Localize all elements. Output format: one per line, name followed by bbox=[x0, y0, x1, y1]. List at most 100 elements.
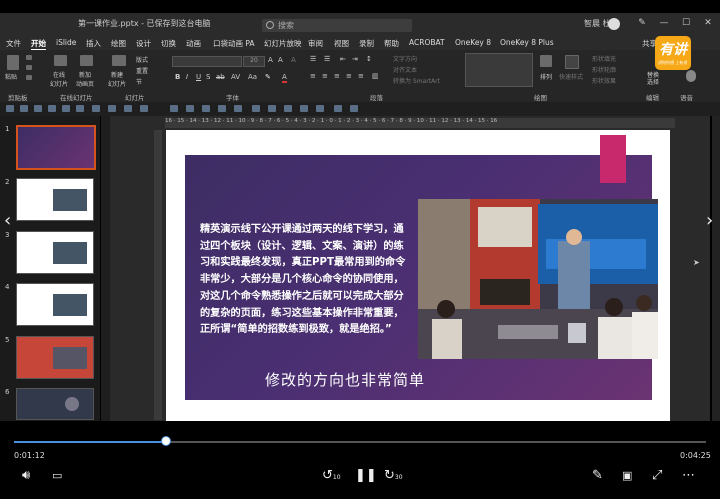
new-anim-slide-button[interactable]: 新加 动画页 bbox=[76, 70, 94, 88]
previous-arrow-icon[interactable]: ‹ bbox=[4, 210, 11, 231]
layout-button[interactable]: 版式 bbox=[136, 55, 148, 64]
slide-thumbnail[interactable] bbox=[16, 283, 94, 326]
toolbar-icon[interactable] bbox=[76, 105, 84, 112]
align-center-icon[interactable]: ≡ bbox=[322, 72, 328, 80]
toolbar-icon[interactable] bbox=[62, 105, 70, 112]
font-color-button[interactable]: A bbox=[282, 73, 287, 83]
tab-review[interactable]: 审阅 bbox=[308, 38, 323, 49]
tab-animations[interactable]: 动画 bbox=[186, 38, 201, 49]
tab-record[interactable]: 录制 bbox=[359, 38, 374, 49]
toolbar-icon[interactable] bbox=[268, 105, 276, 112]
toolbar-icon[interactable] bbox=[234, 105, 242, 112]
shadow-button[interactable]: S bbox=[206, 73, 210, 81]
bullets-icon[interactable]: ☰ bbox=[310, 55, 316, 63]
toolbar-icon[interactable] bbox=[20, 105, 28, 112]
tab-acrobat[interactable]: ACROBAT bbox=[409, 38, 445, 47]
pen-icon[interactable]: ✎ bbox=[636, 17, 648, 29]
reset-button[interactable]: 重置 bbox=[136, 66, 148, 75]
underline-button[interactable]: U bbox=[196, 73, 201, 81]
toolbar-icon[interactable] bbox=[186, 105, 194, 112]
tab-slideshow[interactable]: 幻灯片放映 bbox=[264, 38, 302, 49]
format-painter-icon[interactable] bbox=[26, 75, 32, 80]
slide-photo[interactable] bbox=[418, 199, 658, 359]
section-button[interactable]: 节 bbox=[136, 77, 142, 86]
shape-fill-button[interactable]: 形状填充 bbox=[592, 54, 616, 63]
online-slides-button[interactable]: 在线 幻灯片 bbox=[50, 70, 68, 88]
fullscreen-icon[interactable]: ⤢ bbox=[652, 468, 662, 483]
tab-view[interactable]: 视图 bbox=[334, 38, 349, 49]
slide-thumbnail[interactable] bbox=[16, 231, 94, 274]
tab-onekey8[interactable]: OneKey 8 bbox=[455, 38, 491, 47]
tab-file[interactable]: 文件 bbox=[6, 38, 21, 49]
shrink-font-icon[interactable]: A bbox=[278, 56, 283, 64]
toolbar-icon[interactable] bbox=[48, 105, 56, 112]
miniplayer-icon[interactable]: ▣ bbox=[622, 469, 632, 482]
toolbar-icon[interactable] bbox=[300, 105, 308, 112]
dictate-icon[interactable] bbox=[686, 70, 696, 82]
editor-scrollbar[interactable] bbox=[712, 116, 720, 421]
grow-font-icon[interactable]: A bbox=[268, 56, 273, 64]
next-arrow-icon[interactable]: › bbox=[706, 210, 713, 231]
pen-icon[interactable]: ✎ bbox=[592, 468, 603, 483]
clear-format-icon[interactable]: A bbox=[291, 56, 296, 64]
pause-button[interactable]: ❚❚ bbox=[355, 468, 377, 483]
select-button[interactable]: 选择 bbox=[647, 77, 659, 86]
smartart-button[interactable]: 转换为 SmartArt bbox=[393, 76, 440, 85]
volume-icon[interactable]: 🔊︎ bbox=[22, 468, 30, 483]
toolbar-icon[interactable] bbox=[350, 105, 358, 112]
toolbar-icon[interactable] bbox=[218, 105, 226, 112]
shape-effects-button[interactable]: 形状效果 bbox=[592, 76, 616, 85]
new-slide-icon[interactable] bbox=[112, 55, 126, 66]
strikethrough-button[interactable]: ab bbox=[216, 73, 225, 81]
quick-styles-button[interactable]: 快速样式 bbox=[559, 72, 583, 81]
avatar[interactable] bbox=[608, 18, 620, 30]
increase-indent-icon[interactable]: ⇥ bbox=[352, 55, 358, 63]
maximize-button[interactable]: ☐ bbox=[680, 17, 692, 29]
copy-icon[interactable] bbox=[26, 65, 32, 70]
italic-button[interactable]: I bbox=[186, 73, 188, 81]
text-direction-button[interactable]: 文字方向 bbox=[393, 54, 417, 63]
minimize-button[interactable]: — bbox=[658, 17, 670, 29]
slide-thumbnail[interactable] bbox=[16, 388, 94, 420]
tab-pocket-animation[interactable]: 口袋动画 PA bbox=[213, 38, 255, 49]
paste-button[interactable]: 粘贴 bbox=[5, 72, 17, 81]
tab-insert[interactable]: 插入 bbox=[86, 38, 101, 49]
align-right-icon[interactable]: ≡ bbox=[334, 72, 340, 80]
toolbar-icon[interactable] bbox=[92, 105, 100, 112]
highlight-color-icon[interactable]: ✎ bbox=[265, 73, 271, 81]
line-spacing-icon[interactable]: ↕ bbox=[366, 55, 372, 63]
columns-icon[interactable]: ▥ bbox=[372, 72, 379, 80]
user-name[interactable]: 智晨 杜 bbox=[584, 18, 611, 29]
more-options-icon[interactable]: ⋯ bbox=[682, 468, 695, 483]
justify-icon[interactable]: ≡ bbox=[346, 72, 352, 80]
search-input[interactable]: 搜索 bbox=[262, 19, 412, 32]
slide-thumbnail[interactable] bbox=[16, 336, 94, 379]
rewind-button[interactable]: ↺10 bbox=[322, 468, 341, 483]
distribute-icon[interactable]: ≡ bbox=[358, 72, 364, 80]
tab-design[interactable]: 设计 bbox=[136, 38, 151, 49]
slide-body-text[interactable]: 精英演示线下公开课通过两天的线下学习，通过四个板块（设计、逻辑、文案、演讲）的练… bbox=[200, 222, 412, 339]
font-family-select[interactable] bbox=[172, 56, 242, 67]
tab-onekey8plus[interactable]: OneKey 8 Plus bbox=[500, 38, 554, 47]
bold-button[interactable]: B bbox=[175, 73, 180, 81]
forward-button[interactable]: ↻30 bbox=[384, 468, 403, 483]
align-left-icon[interactable]: ≡ bbox=[310, 72, 316, 80]
slide-thumbnail[interactable] bbox=[16, 178, 94, 221]
online-slides-icon[interactable] bbox=[54, 55, 67, 66]
close-button[interactable]: ✕ bbox=[702, 17, 714, 29]
tab-draw[interactable]: 绘图 bbox=[111, 38, 126, 49]
shape-outline-button[interactable]: 形状轮廓 bbox=[592, 65, 616, 74]
align-text-button[interactable]: 对齐文本 bbox=[393, 65, 417, 74]
toolbar-icon[interactable] bbox=[34, 105, 42, 112]
shapes-gallery[interactable] bbox=[465, 53, 533, 87]
thumbnail-scrollbar[interactable] bbox=[101, 116, 110, 421]
slide-thumbnail[interactable] bbox=[16, 125, 96, 170]
toolbar-icon[interactable] bbox=[108, 105, 116, 112]
decrease-indent-icon[interactable]: ⇤ bbox=[340, 55, 346, 63]
toolbar-icon[interactable] bbox=[140, 105, 148, 112]
toolbar-icon[interactable] bbox=[334, 105, 342, 112]
cut-icon[interactable] bbox=[26, 55, 32, 60]
toolbar-icon[interactable] bbox=[252, 105, 260, 112]
char-spacing-button[interactable]: AV bbox=[231, 73, 240, 81]
tab-help[interactable]: 帮助 bbox=[384, 38, 399, 49]
